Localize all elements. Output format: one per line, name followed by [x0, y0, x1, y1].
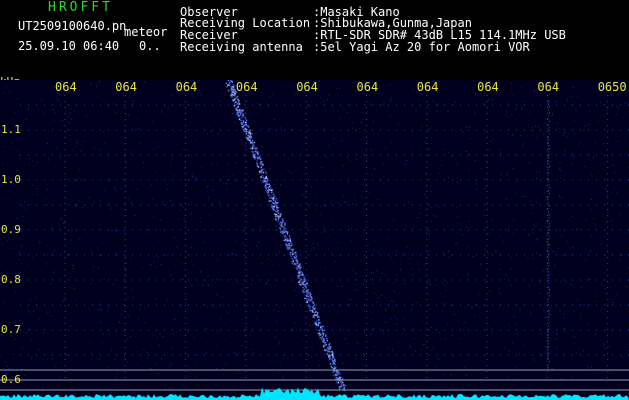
x-tick-label: 064 — [115, 80, 137, 94]
antenna-label: Receiving antenna — [180, 40, 303, 54]
file-name: UT2509100640.pn — [18, 19, 127, 33]
x-tick-label: 064 — [55, 80, 77, 94]
app-title: HROFFT — [48, 0, 113, 15]
hrofft-window: HROFFT UT2509100640.pn meteor 25.09.10 0… — [0, 0, 629, 400]
y-tick-label: 0.7 — [1, 323, 21, 336]
spectrogram-svg — [0, 80, 629, 400]
x-tick-label: 064 — [235, 80, 258, 94]
noise-floor — [0, 387, 629, 400]
meteor-echo-trace — [225, 80, 347, 392]
antenna-value: :5el Yagi Az 20 for Aomori VOR — [313, 40, 530, 54]
y-tick-label: 0.6 — [1, 373, 21, 386]
timestamp: 25.09.10 06:40 — [18, 39, 120, 53]
x-tick-label: 064 — [416, 80, 439, 94]
vertical-streak — [547, 100, 551, 369]
x-tick-label: 064 — [356, 80, 379, 94]
spectrogram: 064 064 064 064 064 064 064 064 064 0650 1.1 1.0 0.9… — [0, 80, 629, 400]
y-tick-label: 1.0 — [1, 173, 21, 186]
x-tick-label: 064 — [296, 80, 318, 94]
x-tick-label: 064 — [175, 80, 198, 94]
y-tick-label: 0.8 — [1, 273, 21, 286]
x-tick-label: 064 — [537, 80, 560, 94]
x-tick-label: 064 — [477, 80, 499, 94]
extra-value: 0.. — [139, 39, 161, 53]
y-tick-label: 0.9 — [1, 223, 21, 236]
y-tick-label: 1.1 — [1, 123, 21, 136]
file-suffix: meteor — [124, 25, 168, 39]
x-tick-label: 0650 — [597, 80, 627, 94]
noise-speckle — [0, 80, 629, 381]
